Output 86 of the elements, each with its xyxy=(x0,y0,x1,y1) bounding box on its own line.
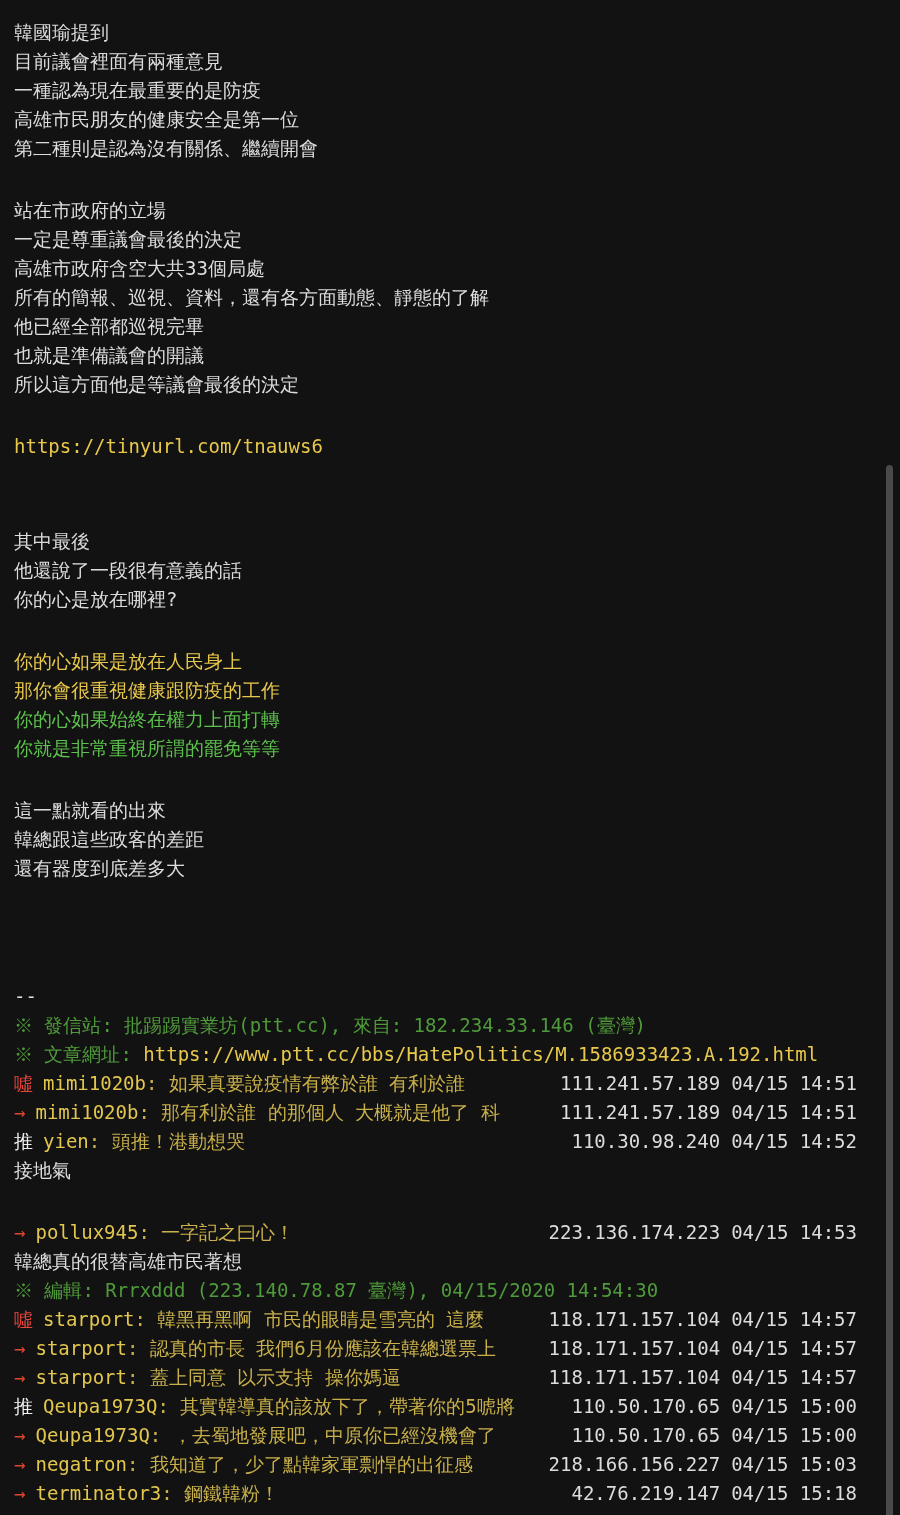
article-url-link[interactable]: https://www.ptt.cc/bbs/HatePolitics/M.1586933423.A.192.html xyxy=(143,1040,819,1069)
text-line: 韓國瑜提到 xyxy=(14,20,109,45)
comment-time: 04/15 15:03 xyxy=(731,1452,857,1477)
signature-line: ※ 文章網址: xyxy=(14,1042,133,1067)
text-line: 所以這方面他是等議會最後的決定 xyxy=(14,372,299,397)
comment-ip: 118.171.157.104 xyxy=(548,1336,721,1361)
comment-user: starport xyxy=(43,1307,135,1332)
comment-user: starport xyxy=(35,1336,127,1361)
comment-tag: → xyxy=(14,1450,26,1479)
comment-time: 04/15 15:18 xyxy=(731,1481,857,1506)
text-line: 還有器度到底差多大 xyxy=(14,856,185,881)
comment-ip: 111.241.57.189 xyxy=(560,1100,721,1125)
comment-tag: 推 xyxy=(14,1392,33,1421)
comment-text: : ，去蜀地發展吧，中原你已經沒機會了 xyxy=(149,1423,496,1448)
url-link[interactable]: https://tinyurl.com/tnauws6 xyxy=(14,432,323,461)
comment-tag: → xyxy=(14,1218,26,1247)
comment-user: terminator3 xyxy=(35,1481,162,1506)
comment-tag: → xyxy=(14,1421,26,1450)
text-line: 你的心是放在哪裡? xyxy=(14,587,178,612)
comment-ip: 118.171.157.104 xyxy=(548,1307,721,1332)
comment-tag: → xyxy=(14,1098,26,1127)
comment-text: : 一字記之曰心！ xyxy=(138,1220,295,1245)
comment-time: 04/15 14:57 xyxy=(731,1365,857,1390)
comment-tag: 噓 xyxy=(14,1305,33,1334)
comment-time: 04/15 14:52 xyxy=(731,1129,857,1154)
comment-tag: 噓 xyxy=(14,1069,33,1098)
comment-time: 04/15 15:00 xyxy=(731,1423,857,1448)
text-line: 這一點就看的出來 xyxy=(14,798,166,823)
comment-ip: 218.166.156.227 xyxy=(548,1452,721,1477)
text-line: 第二種則是認為沒有關係、繼續開會 xyxy=(14,136,318,161)
text-line: 一定是尊重議會最後的決定 xyxy=(14,227,242,252)
text-line: 站在市政府的立場 xyxy=(14,198,166,223)
text-line: 你的心如果是放在人民身上 xyxy=(14,649,242,674)
comment-time: 04/15 14:53 xyxy=(731,1220,857,1245)
scrollbar-thumb[interactable] xyxy=(886,465,893,1515)
text-line: 韓總真的很替高雄市民著想 xyxy=(14,1249,242,1274)
comment-user: pollux945 xyxy=(35,1220,139,1245)
text-line: 你就是非常重視所謂的罷免等等 xyxy=(14,736,280,761)
comment-user: mimi1020b xyxy=(43,1071,146,1096)
text-line: 那你會很重視健康跟防疫的工作 xyxy=(14,678,280,703)
comment-ip: 223.136.174.223 xyxy=(548,1220,721,1245)
comment-user: starport xyxy=(35,1365,127,1390)
text-line: -- xyxy=(14,984,37,1009)
comment-text: : 蓋上同意 以示支持 操你媽逼 xyxy=(126,1365,401,1390)
comment-time: 04/15 14:51 xyxy=(731,1100,857,1125)
comment-user: negatron xyxy=(35,1452,127,1477)
text-line: 高雄市民朋友的健康安全是第一位 xyxy=(14,107,299,132)
comment-text: : 如果真要說疫情有弊於誰 有利於誰 xyxy=(145,1071,466,1096)
signature-line: ※ 編輯: Rrrxddd (223.140.78.87 臺灣), 04/15/2020 14:54:30 xyxy=(14,1278,659,1303)
comment-user: Qeupa1973Q xyxy=(35,1423,150,1448)
comment-tag: → xyxy=(14,1479,26,1508)
text-line: 他還說了一段很有意義的話 xyxy=(14,558,242,583)
text-line: 他已經全部都巡視完畢 xyxy=(14,314,204,339)
comment-ip: 42.76.219.147 xyxy=(571,1481,721,1506)
comment-text: : 韓黑再黑啊 市民的眼睛是雪亮的 這麼 xyxy=(134,1307,485,1332)
text-line: 也就是準備議會的開議 xyxy=(14,343,204,368)
text-line: 所有的簡報、巡視、資料，還有各方面動態、靜態的了解 xyxy=(14,285,489,310)
comment-user: mimi1020b xyxy=(35,1100,139,1125)
comment-user: Qeupa1973Q xyxy=(43,1394,158,1419)
comment-text: : 認真的市長 我們6月份應該在韓總選票上 xyxy=(126,1336,496,1361)
text-line: 你的心如果始終在權力上面打轉 xyxy=(14,707,280,732)
comment-time: 04/15 14:51 xyxy=(731,1071,857,1096)
comment-ip: 110.50.170.65 xyxy=(571,1423,721,1448)
comment-time: 04/15 14:57 xyxy=(731,1336,857,1361)
comment-time: 04/15 15:00 xyxy=(731,1394,857,1419)
text-line: 目前議會裡面有兩種意見 xyxy=(14,49,223,74)
comment-text: : 鋼鐵韓粉！ xyxy=(161,1481,280,1506)
text-line: 一種認為現在最重要的是防疫 xyxy=(14,78,261,103)
comment-text: : 那有利於誰 的那個人 大概就是他了 科 xyxy=(138,1100,500,1125)
comment-ip: 110.30.98.240 xyxy=(571,1129,721,1154)
text-line: 韓總跟這些政客的差距 xyxy=(14,827,204,852)
text-line: 接地氣 xyxy=(14,1158,71,1183)
text-line: 高雄市政府含空大共33個局處 xyxy=(14,256,265,281)
comment-ip: 111.241.57.189 xyxy=(560,1071,721,1096)
comment-ip: 110.50.170.65 xyxy=(571,1394,721,1419)
comment-text: : 我知道了，少了點韓家軍剽悍的出征感 xyxy=(126,1452,473,1477)
comment-text: : 其實韓導真的該放下了，帶著你的5唬將 xyxy=(157,1394,515,1419)
comment-tag: → xyxy=(14,1363,26,1392)
comment-text: : 頭推！港動想哭 xyxy=(88,1129,245,1154)
signature-line: ※ 發信站: 批踢踢實業坊(ptt.cc), 來自: 182.234.33.146 (臺灣) xyxy=(14,1013,647,1038)
comment-user: yien xyxy=(43,1129,89,1154)
comment-time: 04/15 14:57 xyxy=(731,1307,857,1332)
text-line: 其中最後 xyxy=(14,529,90,554)
comment-tag: → xyxy=(14,1334,26,1363)
comment-tag: 推 xyxy=(14,1127,33,1156)
comment-ip: 118.171.157.104 xyxy=(548,1365,721,1390)
